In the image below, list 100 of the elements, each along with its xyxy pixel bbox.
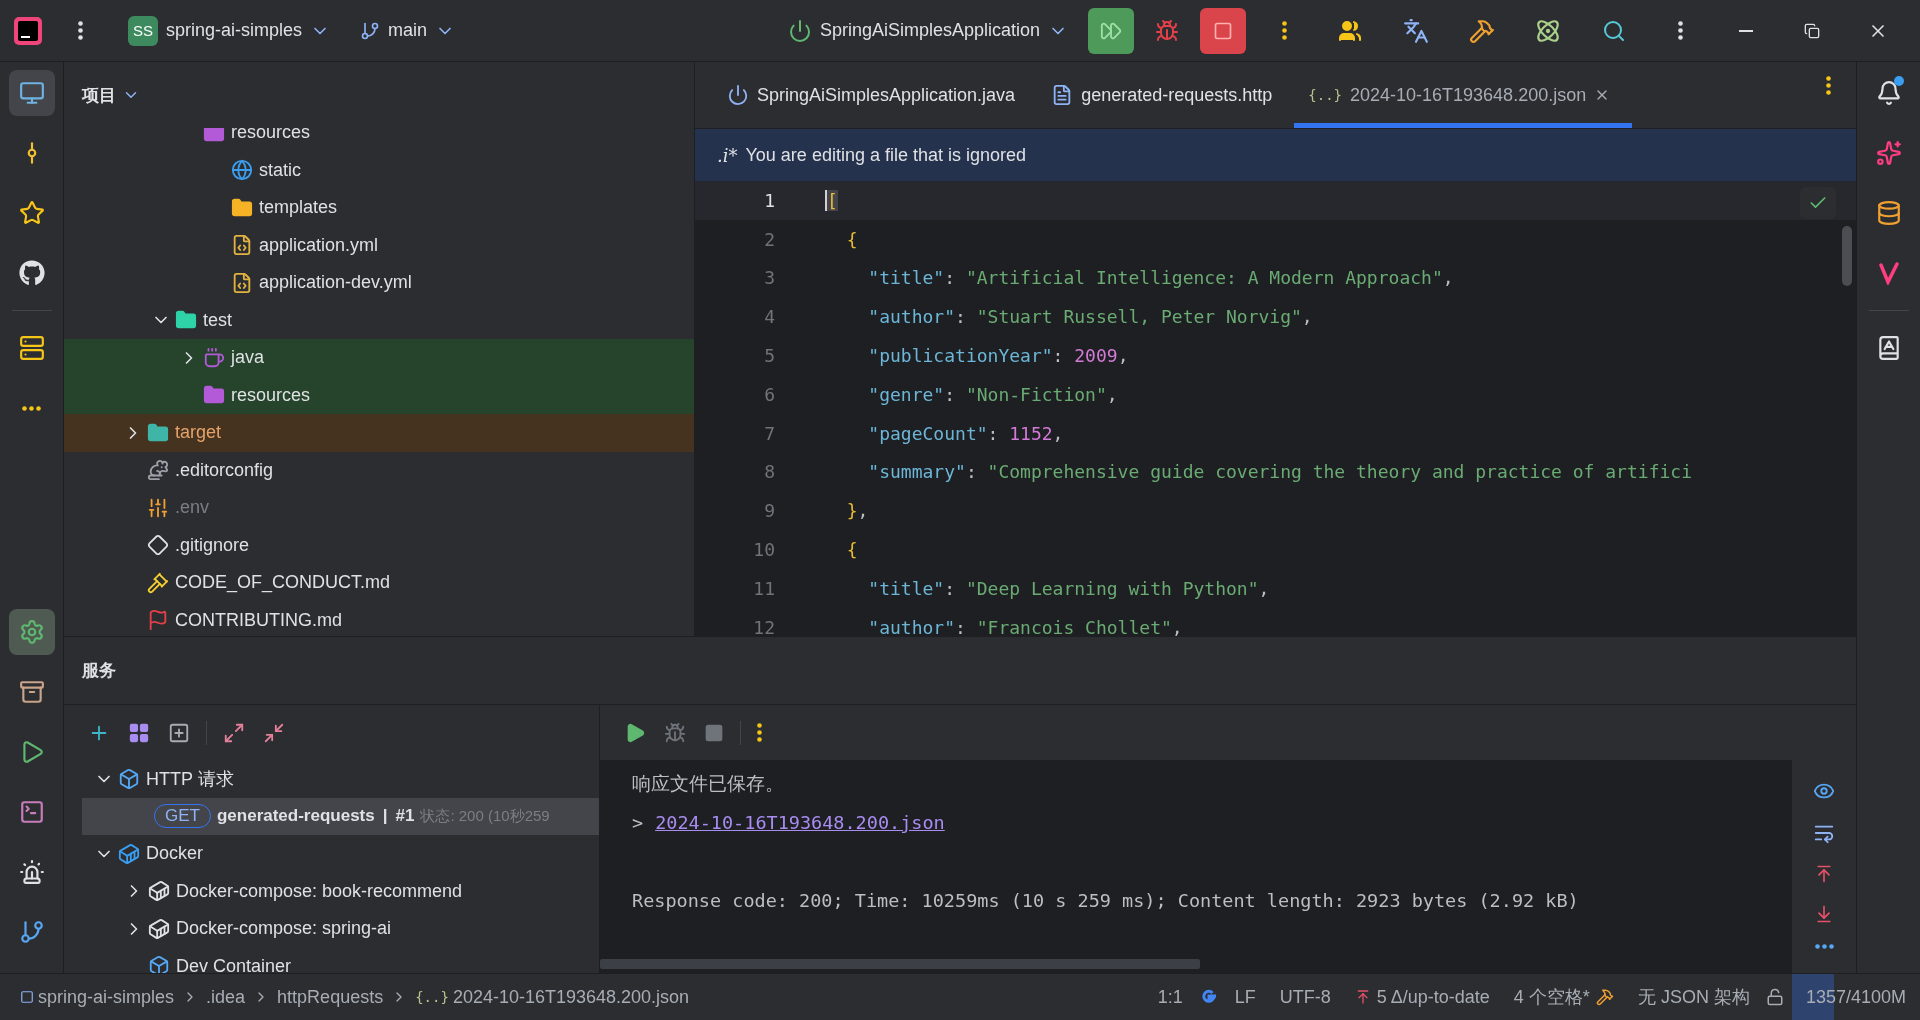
breadcrumb[interactable]: .idea — [206, 986, 246, 1008]
arrow-down-icon — [1814, 904, 1834, 924]
lock-icon[interactable] — [1765, 988, 1784, 1006]
project-selector[interactable]: SS spring-ai-simples — [118, 9, 341, 52]
tree-item[interactable]: target — [175, 422, 222, 444]
scrollbar-thumb[interactable] — [1842, 226, 1852, 286]
more-icon — [1814, 944, 1834, 949]
tree-item[interactable]: Docker — [146, 843, 203, 865]
tree-item[interactable]: Docker-compose: spring-ai — [176, 918, 392, 940]
bug-icon — [664, 721, 686, 744]
file-encoding[interactable]: UTF-8 — [1271, 986, 1339, 1008]
line-number: 12 — [752, 616, 775, 636]
square-plus-icon — [168, 721, 190, 744]
branch-icon — [18, 919, 45, 945]
indent-setting[interactable]: 4 个空格* — [1505, 985, 1622, 1009]
stop-button[interactable] — [1200, 7, 1246, 54]
app-logo[interactable] — [14, 16, 42, 45]
more-button[interactable] — [755, 721, 764, 744]
breadcrumb[interactable]: {..} 2024-10-16T193648.200.json — [415, 986, 690, 1008]
editor-tab[interactable]: generated-requests.http — [1037, 62, 1295, 128]
scrollbar-thumb[interactable] — [600, 959, 1200, 969]
minimize-icon — [1739, 29, 1753, 32]
tree-item[interactable]: Docker-compose: book-recommend — [176, 880, 463, 902]
rat-icon — [147, 459, 169, 482]
tree-item[interactable]: resources — [231, 128, 311, 144]
more-button[interactable] — [1812, 942, 1836, 951]
more-icon — [1677, 21, 1683, 40]
panel-title[interactable]: 服务 — [82, 659, 116, 682]
file-link[interactable]: 2024-10-16T193648.200.json — [655, 812, 945, 833]
run-number: #1 — [395, 806, 415, 827]
line-number: 11 — [752, 577, 775, 599]
monitor-icon — [18, 80, 45, 106]
breadcrumb[interactable]: spring-ai-simples — [20, 986, 175, 1008]
tree-item[interactable]: .editorconfig — [175, 459, 274, 481]
menu-icon — [77, 21, 83, 40]
separator-text: | — [382, 806, 388, 827]
more-icon — [1825, 75, 1831, 95]
line-number: 7 — [763, 422, 775, 444]
code-line: "summary": "Comprehensive guide covering the theory and practice of artifici — [867, 461, 1692, 483]
line-number: 2 — [763, 228, 775, 250]
tree-item[interactable]: java — [231, 347, 265, 369]
globe-icon — [231, 159, 253, 182]
sparkle-icon — [1875, 140, 1902, 166]
tree-item[interactable]: HTTP 请求 — [146, 766, 234, 791]
gavel-icon — [147, 571, 169, 594]
tree-item[interactable]: CONTRIBUTING.md — [175, 609, 342, 631]
line-number: 9 — [763, 500, 775, 522]
tool-window-button[interactable] — [8, 70, 55, 116]
tree-item[interactable]: resources — [231, 384, 311, 406]
line-number: 5 — [763, 345, 775, 367]
run-button[interactable] — [1088, 7, 1134, 54]
prompt-text: > — [632, 812, 644, 833]
siren-icon — [18, 859, 45, 885]
cube-icon — [148, 955, 170, 973]
tree-item[interactable]: static — [259, 159, 301, 181]
grid-icon — [128, 721, 150, 744]
line-number: 4 — [763, 306, 775, 328]
module-icon — [20, 990, 34, 1004]
breadcrumb[interactable]: httpRequests — [277, 986, 384, 1008]
tree-item[interactable]: CODE_OF_CONDUCT.md — [175, 572, 391, 594]
code-line: "publicationYear": 2009, — [867, 345, 1129, 367]
vcs-status[interactable]: 5 Δ/up-to-date — [1346, 986, 1498, 1008]
tree-item[interactable]: test — [203, 309, 232, 331]
search-icon — [1602, 18, 1626, 43]
archive-icon — [18, 679, 45, 705]
tree-item[interactable]: .gitignore — [175, 534, 250, 556]
line-number: 1 — [763, 189, 775, 211]
editor-tab[interactable]: SpringAiSimplesApplication.java — [713, 62, 1038, 128]
request-name[interactable]: generated-requests — [216, 806, 375, 827]
restore-icon — [1804, 22, 1820, 39]
code-line: "author": "Stuart Russell, Peter Norvig", — [867, 306, 1313, 328]
tree-item[interactable]: application-dev.yml — [259, 272, 412, 294]
run-configuration-selector[interactable]: SpringAiSimplesApplication — [777, 12, 1078, 49]
tree-item[interactable]: application.yml — [259, 234, 379, 256]
code-line: }, — [845, 500, 869, 522]
more-icon — [22, 405, 41, 411]
atom-icon — [1535, 17, 1561, 44]
output-text: 响应文件已保存。 — [632, 771, 784, 796]
tree-item[interactable]: Dev Container — [176, 955, 292, 973]
tool-window-button[interactable] — [8, 609, 55, 655]
code-line: "genre": "Non-Fiction", — [867, 383, 1118, 405]
status-text: 状态: 200 (10秒259 — [420, 806, 550, 826]
collapse-icon — [263, 721, 285, 744]
panel-title[interactable]: 项目 — [82, 83, 116, 107]
line-ending[interactable]: LF — [1226, 986, 1264, 1008]
branch-icon — [360, 20, 381, 41]
json-schema[interactable]: 无 JSON 架构 — [1629, 985, 1758, 1009]
branch-selector[interactable]: main — [350, 14, 466, 47]
line-number: 6 — [763, 383, 775, 405]
container-icon — [148, 917, 170, 940]
folder-icon — [147, 421, 169, 444]
caret-position[interactable]: 1:1 — [1149, 986, 1191, 1008]
github-icon — [18, 260, 45, 286]
code-line: { — [845, 228, 858, 250]
code-line: "title": "Artificial Intelligence: A Modern Approach", — [867, 267, 1454, 289]
code-line: "author": "Francois Chollet", — [867, 616, 1183, 636]
inspection-status[interactable] — [1800, 187, 1836, 219]
bug-icon — [1155, 18, 1179, 43]
tree-item[interactable]: templates — [259, 197, 338, 219]
terminal-icon — [18, 799, 45, 825]
